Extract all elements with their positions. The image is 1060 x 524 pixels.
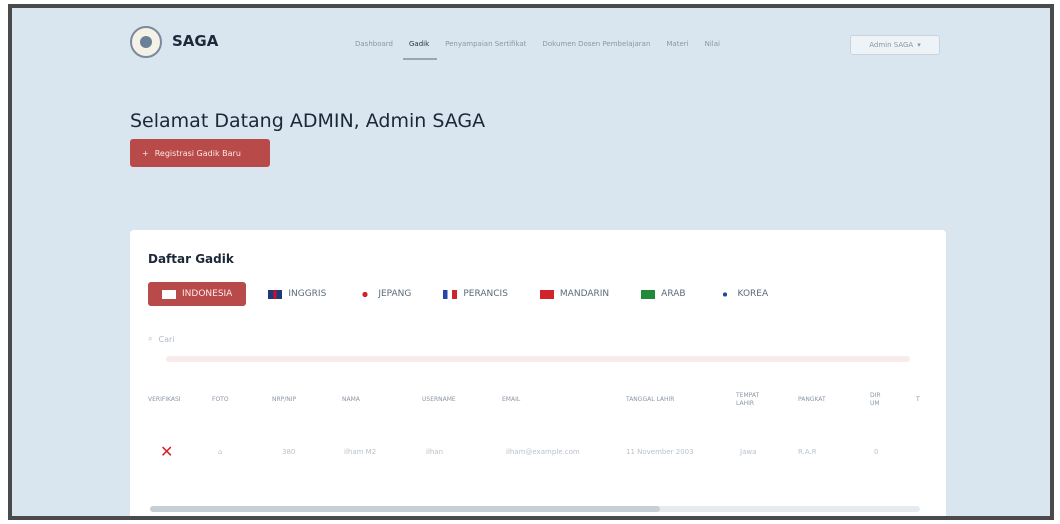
tab-indonesia[interactable]: INDONESIA xyxy=(148,282,247,306)
unverified-icon[interactable]: ✕ xyxy=(160,442,173,461)
cell-tempat-lahir: Jawa xyxy=(740,448,757,456)
top-navbar: SAGA Dashboard Gadik Penyampaian Sertifi… xyxy=(12,8,1050,78)
col-tempat-lahir[interactable]: TEMPAT LAHIR xyxy=(736,392,766,408)
page-title: Selamat Datang ADMIN, Admin SAGA xyxy=(130,110,486,132)
table-header: VERIFIKASI FOTO NRP/NIP NAMA USERNAME EM… xyxy=(130,390,946,412)
indonesia-flag-icon xyxy=(162,289,176,299)
cell-pangkat: R.A.R xyxy=(798,448,817,456)
col-verifikasi[interactable]: VERIFIKASI xyxy=(148,396,181,403)
card-title: Daftar Gadik xyxy=(148,252,234,266)
horizontal-scrollbar[interactable] xyxy=(150,506,920,512)
scrollbar-thumb[interactable] xyxy=(150,506,660,512)
korea-flag-icon xyxy=(717,289,732,299)
tab-label: ARAB xyxy=(661,289,686,299)
gadik-list-card: Daftar Gadik INDONESIA INGGRIS JEPANG PE… xyxy=(130,230,946,516)
user-menu-label: Admin SAGA xyxy=(869,41,914,49)
tab-arab[interactable]: ARAB xyxy=(631,282,695,306)
language-tabs: INDONESIA INGGRIS JEPANG PERANCIS MANDAR… xyxy=(148,282,790,306)
col-tanggal-lahir[interactable]: TANGGAL LAHIR xyxy=(626,396,674,403)
japan-flag-icon xyxy=(358,289,373,299)
col-username[interactable]: USERNAME xyxy=(422,396,456,403)
tab-label: INDONESIA xyxy=(182,289,233,299)
browser-viewport: SAGA Dashboard Gadik Penyampaian Sertifi… xyxy=(12,8,1050,516)
plus-icon: + xyxy=(142,148,149,158)
saga-logo-icon[interactable] xyxy=(130,26,162,58)
cell-email: ilham@example.com xyxy=(506,448,580,456)
chevron-down-icon: ▾ xyxy=(917,41,921,49)
col-more[interactable]: T xyxy=(916,396,920,403)
monitor-frame: SAGA Dashboard Gadik Penyampaian Sertifi… xyxy=(8,4,1054,520)
tab-perancis[interactable]: PERANCIS xyxy=(433,282,518,306)
nav-dashboard[interactable]: Dashboard xyxy=(355,40,393,48)
tab-label: PERANCIS xyxy=(463,289,508,299)
tab-label: MANDARIN xyxy=(559,289,610,299)
uk-flag-icon xyxy=(268,289,283,299)
tab-label: KOREA xyxy=(737,289,769,299)
cell-username: ilhan xyxy=(426,448,444,456)
tab-mandarin[interactable]: MANDARIN xyxy=(530,282,619,306)
nav-nilai[interactable]: Nilai xyxy=(705,40,720,48)
col-dir[interactable]: DIR UM xyxy=(870,392,886,408)
cell-nrp: 380 xyxy=(282,448,296,456)
tab-jepang[interactable]: JEPANG xyxy=(348,282,421,306)
register-button-label: Registrasi Gadik Baru xyxy=(154,148,241,158)
register-gadik-button[interactable]: + Registrasi Gadik Baru xyxy=(130,139,270,167)
saudi-flag-icon xyxy=(641,289,656,299)
tab-inggris[interactable]: INGGRIS xyxy=(258,282,336,306)
col-foto[interactable]: FOTO xyxy=(212,396,229,403)
photo-placeholder-icon: ⌂ xyxy=(218,448,223,456)
search-bar[interactable]: ⌕ Cari xyxy=(148,334,174,344)
search-placeholder: Cari xyxy=(158,334,175,344)
cell-tanggal-lahir: 11 November 2003 xyxy=(626,448,694,456)
col-pangkat[interactable]: PANGKAT xyxy=(798,396,826,403)
user-menu-dropdown[interactable]: Admin SAGA ▾ xyxy=(850,35,940,55)
nav-materi[interactable]: Materi xyxy=(666,40,688,48)
tab-label: INGGRIS xyxy=(288,289,327,299)
cell-dir: 0 xyxy=(874,448,879,456)
tab-korea[interactable]: KOREA xyxy=(708,282,779,306)
cell-nama: ilham M2 xyxy=(344,448,377,456)
france-flag-icon xyxy=(443,289,458,299)
nav-gadik[interactable]: Gadik xyxy=(402,40,438,60)
col-email[interactable]: EMAIL xyxy=(502,396,520,403)
tab-label: JEPANG xyxy=(378,289,412,299)
nav-dokumen-dosen[interactable]: Dokumen Dosen Pembelajaran xyxy=(542,40,650,48)
blurred-hint-text xyxy=(166,356,910,362)
main-nav: Dashboard Gadik Penyampaian Sertifikat D… xyxy=(355,40,720,60)
china-flag-icon xyxy=(539,289,554,299)
nav-penyampaian-sertifikat[interactable]: Penyampaian Sertifikat xyxy=(445,40,526,48)
brand-name[interactable]: SAGA xyxy=(172,32,218,50)
table-row[interactable]: ✕ ⌂ 380 ilham M2 ilhan ilham@example.com… xyxy=(130,442,946,464)
col-nama[interactable]: NAMA xyxy=(342,396,360,403)
col-nrp[interactable]: NRP/NIP xyxy=(272,396,296,403)
search-icon: ⌕ xyxy=(148,334,153,343)
